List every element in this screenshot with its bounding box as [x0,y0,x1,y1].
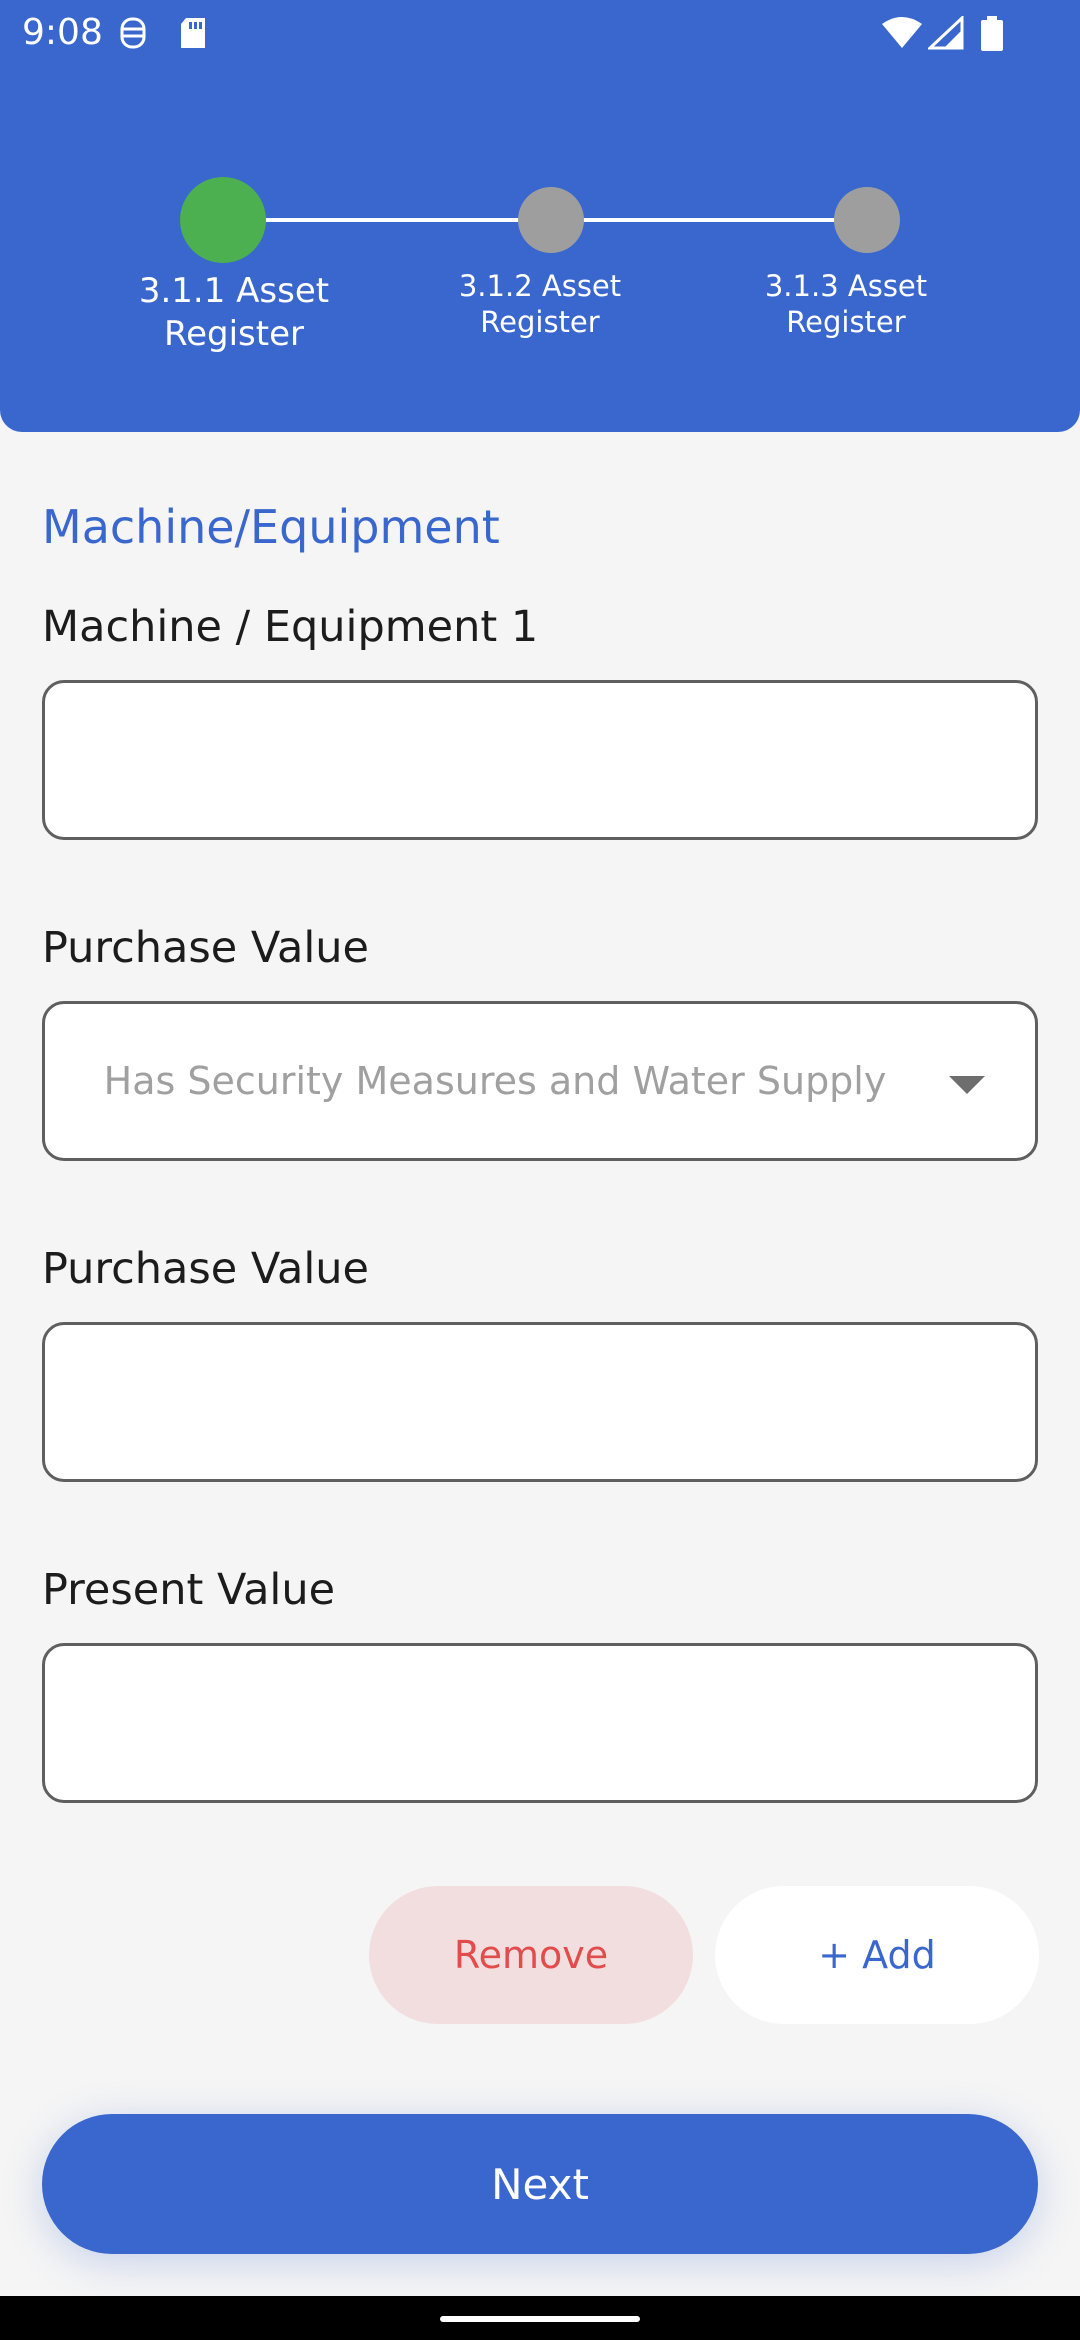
header: 9:08 3.1.1 Asset Register 3.1.2 Asset Re… [0,0,1080,432]
add-button[interactable]: + Add [715,1886,1039,2024]
present-value-label: Present Value [42,1565,336,1615]
step-2-label: 3.1.2 Asset Register [458,269,622,340]
purchase-value-dropdown-label: Purchase Value [42,923,370,973]
step-1-indicator[interactable] [180,177,266,263]
sd-card-icon [178,16,208,54]
battery-icon [980,16,1004,56]
system-nav-bar [0,2296,1080,2340]
step-3-indicator[interactable] [834,187,900,253]
machine-equipment-label: Machine / Equipment 1 [42,602,539,652]
bug-icon [118,16,148,54]
section-title: Machine/Equipment [42,500,500,554]
home-indicator[interactable] [440,2316,640,2322]
step-connector-1 [222,218,552,222]
step-3-label: 3.1.3 Asset Register [764,269,928,340]
signal-icon [926,14,964,54]
step-1-label: 3.1.1 Asset Register [138,271,330,354]
purchase-value-dropdown[interactable]: Has Security Measures and Water Supply [42,1001,1038,1161]
chevron-down-icon [949,1076,985,1094]
status-time: 9:08 [22,12,103,53]
next-button[interactable]: Next [42,2114,1038,2254]
status-bar: 9:08 [0,0,1080,66]
step-2-indicator[interactable] [518,187,584,253]
step-connector-2 [572,218,868,222]
wifi-icon [880,16,924,54]
present-value-input[interactable] [42,1643,1038,1803]
remove-button[interactable]: Remove [369,1886,693,2024]
machine-equipment-input[interactable] [42,680,1038,840]
purchase-value-input[interactable] [42,1322,1038,1482]
dropdown-placeholder: Has Security Measures and Water Supply [103,1059,887,1103]
purchase-value-label: Purchase Value [42,1244,370,1294]
